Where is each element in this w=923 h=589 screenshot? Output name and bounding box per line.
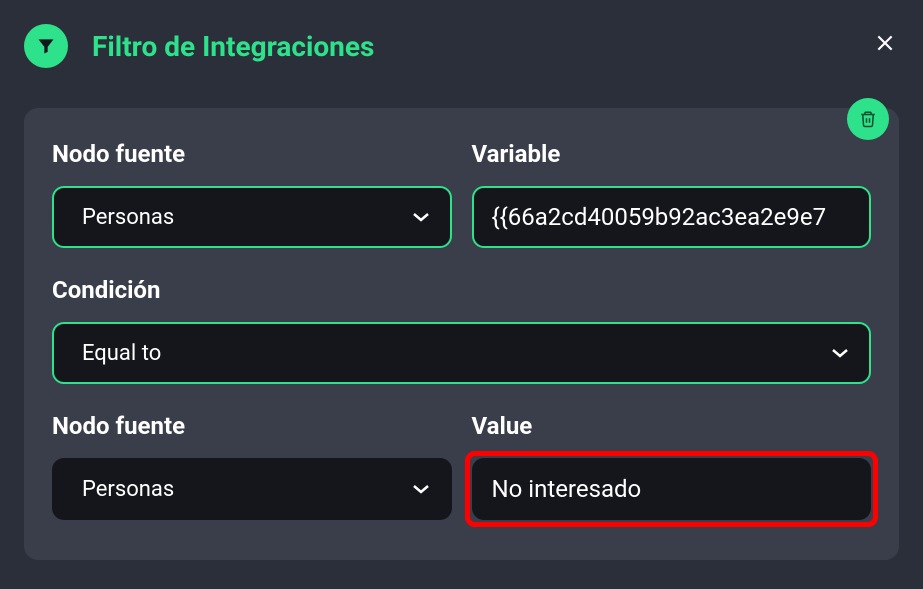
value-label: Value bbox=[472, 412, 872, 440]
source-node-field-2: Nodo fuente Personas bbox=[52, 412, 452, 520]
filter-icon bbox=[36, 36, 56, 56]
source-node-select-2[interactable]: Personas bbox=[52, 458, 452, 520]
chevron-down-icon bbox=[831, 348, 849, 358]
header-left: Filtro de Integraciones bbox=[24, 24, 374, 68]
value-text: No interesado bbox=[492, 475, 642, 503]
chevron-down-icon bbox=[412, 212, 430, 222]
condition-select[interactable]: Equal to bbox=[52, 322, 871, 384]
chevron-down-icon bbox=[412, 484, 430, 494]
variable-field: Variable {{66a2cd40059b92ac3ea2e9e7 bbox=[472, 140, 872, 248]
modal-header: Filtro de Integraciones bbox=[24, 24, 899, 68]
close-button[interactable] bbox=[871, 28, 899, 64]
filter-panel: Nodo fuente Personas Variable {{66a2cd40… bbox=[24, 108, 899, 560]
row-1: Nodo fuente Personas Variable {{66a2cd40… bbox=[52, 140, 871, 248]
condition-value: Equal to bbox=[82, 341, 161, 366]
trash-icon bbox=[859, 109, 877, 129]
source-node-value-1: Personas bbox=[82, 205, 174, 230]
row-3: Nodo fuente Personas Value No interesado bbox=[52, 412, 871, 520]
source-node-label-2: Nodo fuente bbox=[52, 412, 452, 440]
source-node-label-1: Nodo fuente bbox=[52, 140, 452, 168]
variable-value: {{66a2cd40059b92ac3ea2e9e7 bbox=[492, 203, 827, 231]
delete-button[interactable] bbox=[847, 98, 889, 140]
highlight-annotation: No interesado bbox=[465, 451, 879, 527]
row-2: Condición Equal to bbox=[52, 276, 871, 384]
modal-title: Filtro de Integraciones bbox=[92, 30, 374, 63]
source-node-select-1[interactable]: Personas bbox=[52, 186, 452, 248]
source-node-field-1: Nodo fuente Personas bbox=[52, 140, 452, 248]
condition-label: Condición bbox=[52, 276, 871, 304]
value-input[interactable]: No interesado bbox=[472, 458, 872, 520]
condition-field: Condición Equal to bbox=[52, 276, 871, 384]
source-node-value-2: Personas bbox=[82, 477, 174, 502]
filter-modal: Filtro de Integraciones Nodo fuente Pers… bbox=[0, 0, 923, 584]
variable-input[interactable]: {{66a2cd40059b92ac3ea2e9e7 bbox=[472, 186, 872, 248]
close-icon bbox=[875, 33, 895, 53]
variable-label: Variable bbox=[472, 140, 872, 168]
value-field: Value No interesado bbox=[472, 412, 872, 520]
filter-icon-circle bbox=[24, 24, 68, 68]
